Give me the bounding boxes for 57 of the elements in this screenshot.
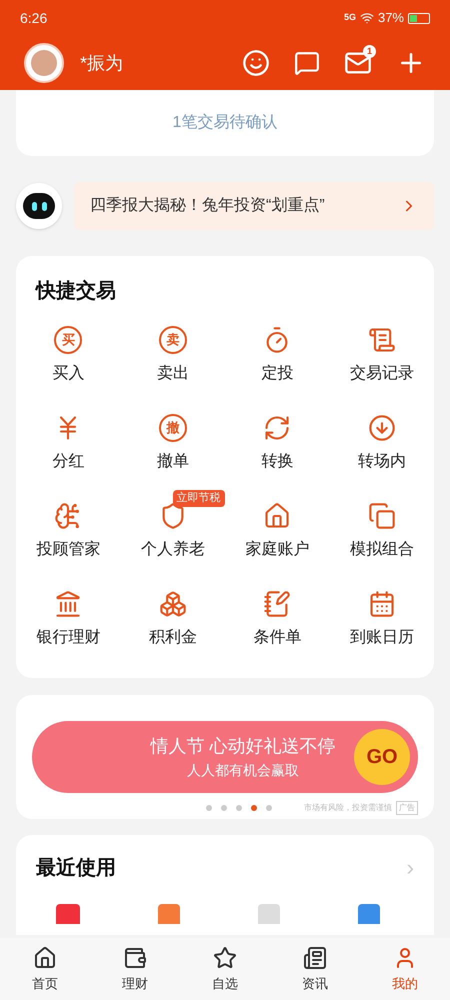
action-label[interactable]: 个人养老 — [140, 538, 205, 562]
action-label[interactable]: 分红 — [52, 450, 84, 474]
action-label[interactable]: 到账日历 — [350, 626, 414, 650]
action-label[interactable]: 条件单 — [253, 626, 302, 650]
nav-tab[interactable]: 我的 — [360, 946, 450, 994]
action-label[interactable]: 投顾管家 — [36, 538, 100, 562]
action-label[interactable]: 银行理财 — [36, 626, 100, 650]
ad-banner[interactable]: 情人节 心动好礼送不停 人人都有机会赢取 GO — [32, 721, 418, 793]
mail-badge: 1 — [363, 45, 376, 58]
nav-tab[interactable]: 理财 — [90, 946, 180, 994]
avatar[interactable] — [24, 43, 64, 83]
promo-badge: 立即节税 — [172, 490, 224, 506]
wallet-icon — [123, 946, 147, 970]
ad-tag: 广告 — [396, 801, 418, 815]
go-button[interactable]: GO — [354, 729, 410, 785]
house-icon[interactable] — [263, 502, 292, 530]
robot-icon[interactable] — [16, 183, 62, 229]
network-label: 5G — [344, 11, 356, 24]
section-title: 快捷交易 — [34, 278, 117, 304]
pending-text: 1笔交易待确认 — [172, 112, 278, 133]
action-label[interactable]: 定投 — [261, 362, 294, 386]
action-label[interactable]: 撤单 — [156, 450, 189, 474]
action-label[interactable]: 转场内 — [358, 450, 406, 474]
action-label[interactable]: 交易记录 — [350, 362, 414, 386]
ad-title: 情人节 心动好礼送不停 — [150, 735, 336, 758]
wifi-icon — [360, 11, 374, 25]
battery-percent: 37% — [378, 9, 404, 28]
nav-tab[interactable]: 首页 — [0, 946, 90, 994]
newspaper-icon — [303, 946, 327, 970]
bank-icon[interactable] — [54, 590, 82, 618]
nav-tab[interactable]: 自选 — [180, 946, 270, 994]
robot-face-icon[interactable] — [242, 49, 270, 77]
download-circle-icon[interactable] — [368, 414, 396, 442]
receipt-icon[interactable] — [368, 326, 396, 354]
action-label[interactable]: 买入 — [52, 362, 84, 386]
username: *振为 — [80, 52, 124, 74]
star-icon — [213, 946, 237, 970]
chat-icon[interactable] — [294, 50, 320, 76]
calendar-icon[interactable] — [368, 590, 396, 618]
action-label[interactable]: 模拟组合 — [350, 538, 414, 562]
action-label[interactable]: 卖出 — [156, 362, 189, 386]
action-label[interactable]: 积利金 — [148, 626, 197, 650]
banner-text: 四季报大揭秘！兔年投资“划重点” — [90, 196, 325, 216]
notepad-icon[interactable] — [263, 590, 292, 618]
action-label[interactable]: 家庭账户 — [245, 538, 310, 562]
battery-icon — [408, 12, 430, 24]
copy-icon[interactable] — [368, 502, 396, 530]
action-label[interactable]: 转换 — [261, 450, 294, 474]
risk-disclaimer: 市场有风险，投资需谨慎 — [304, 802, 392, 814]
refresh-icon[interactable] — [263, 414, 292, 442]
nav-tab[interactable]: 资讯 — [270, 946, 360, 994]
boxes-icon[interactable] — [158, 590, 187, 618]
home-icon — [33, 946, 57, 970]
section-title: 最近使用 — [36, 856, 116, 880]
ad-subtitle: 人人都有机会赢取 — [187, 761, 299, 780]
status-time: 6:26 — [20, 8, 48, 28]
robot-banner[interactable]: 四季报大揭秘！兔年投资“划重点” — [74, 182, 434, 230]
